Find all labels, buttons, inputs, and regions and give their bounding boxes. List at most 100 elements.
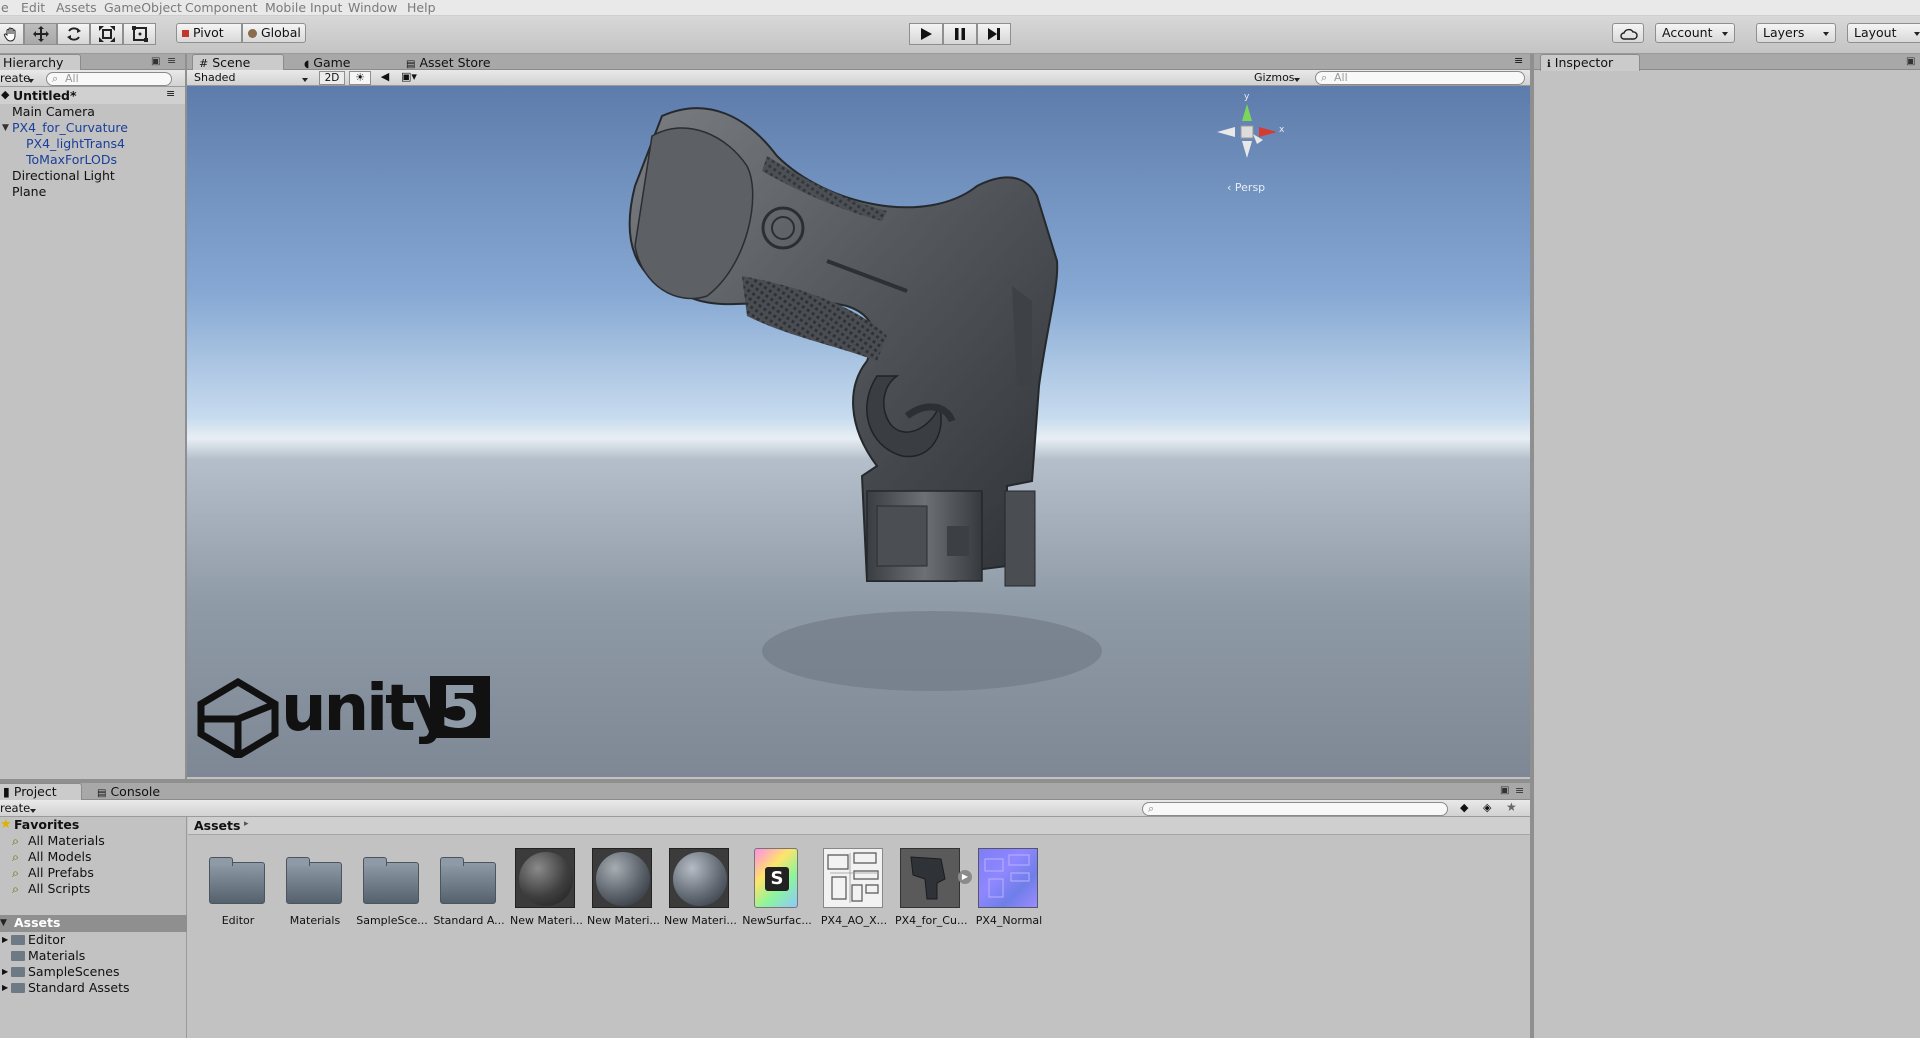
layers-dropdown[interactable]: Layers [1756,23,1836,43]
collapse-arrow-icon[interactable]: ▶ [2,964,8,980]
step-button[interactable] [977,23,1011,45]
menu-edit[interactable]: Edit [21,0,45,15]
project-create-label: reate [0,801,31,815]
hierarchy-create-button[interactable]: reate [0,71,40,86]
favorite-star-icon[interactable]: ★ [1506,800,1517,814]
scene-panel-menu-icon[interactable]: ≡ [1514,54,1523,67]
hierarchy-item-directional-light[interactable]: Directional Light [0,168,115,184]
favorite-item-all-materials[interactable]: ⌕ All Materials [0,833,105,849]
collapse-arrow-icon[interactable]: ▶ [2,932,8,948]
globe-icon [248,29,257,38]
expand-arrow-icon[interactable]: ▼ [2,120,9,136]
asset-texture-ao[interactable]: PX4_AO_X... [821,848,887,927]
project-lock-icon[interactable]: ▣ [1500,785,1509,796]
tab-project[interactable]: ▮ Project [0,783,82,800]
panel-menu-icon[interactable]: ≡ [167,54,176,67]
asset-folder-standard-assets[interactable]: Standard A... [433,848,505,927]
tab-console[interactable]: ▤ Console [90,783,180,800]
tree-folder-label: Standard Assets [28,980,130,995]
favorite-item-all-prefabs[interactable]: ⌕ All Prefabs [0,865,94,881]
tree-folder-standard-assets[interactable]: ▶ Standard Assets [0,980,130,996]
rotate-tool-button[interactable] [57,23,90,45]
scene-viewport[interactable]: y x ‹ Persp unity 5 [187,86,1530,777]
tree-folder-samplescenes[interactable]: ▶ SampleScenes [0,964,120,980]
expand-arrow-icon[interactable]: ▼ [0,915,7,931]
scene-search-input[interactable]: ⌕ All [1315,71,1525,85]
favorites-header[interactable]: ★ Favorites [0,817,79,833]
asset-texture-normal[interactable]: PX4_Normal [976,848,1042,927]
tab-inspector[interactable]: ℹ Inspector [1540,54,1640,71]
global-label: Global [261,25,301,40]
pause-button[interactable] [943,23,977,45]
filter-by-label-icon[interactable]: ◈ [1483,801,1491,814]
asset-material-1[interactable]: New Materi... [510,848,582,927]
tab-hierarchy[interactable]: Hierarchy [0,54,81,71]
lock-icon[interactable]: ▣ [151,56,160,67]
tab-scene[interactable]: # Scene [192,54,284,71]
orientation-gizmo[interactable]: y x [1207,92,1287,166]
hierarchy-item-plane[interactable]: Plane [0,184,46,200]
cloud-button[interactable] [1612,23,1644,43]
menu-gameobject[interactable]: GameObject [104,0,182,15]
project-menu-icon[interactable]: ≡ [1515,784,1524,797]
gizmos-dropdown[interactable]: Gizmos [1254,70,1306,86]
asset-folder-samplescenes[interactable]: SampleSce... [356,848,428,927]
layout-dropdown[interactable]: Layout [1847,23,1920,43]
persp-text: Persp [1234,181,1266,194]
menu-mobile-input[interactable]: Mobile Input [265,0,342,15]
shading-mode-dropdown[interactable]: Shaded [194,70,314,86]
pivot-toggle[interactable]: Pivot [176,23,242,43]
inspector-lock-icon[interactable]: ▣ [1906,56,1915,67]
tree-folder-materials[interactable]: Materials [0,948,85,964]
favorite-item-all-scripts[interactable]: ⌕ All Scripts [0,881,90,897]
folder-icon [11,935,25,945]
play-button[interactable] [909,23,943,45]
menu-file[interactable]: e [1,0,9,15]
project-create-button[interactable]: reate [0,801,42,816]
breadcrumb-assets[interactable]: Assets [194,818,240,833]
folder-icon [363,857,419,904]
expand-model-icon[interactable]: ▶ [958,870,972,884]
scene-menu-icon[interactable]: ≡ [166,87,175,100]
scene-header-row[interactable]: ◆ Untitled* ≡ [0,87,185,104]
asset-material-3[interactable]: New Materi... [664,848,736,927]
speaker-icon[interactable]: ◀ [374,71,396,85]
menu-assets[interactable]: Assets [56,0,97,15]
move-arrows-icon [32,26,49,42]
unity-cube-icon [197,678,279,758]
asset-model-px4[interactable]: ▶ PX4_for_Cu... [895,848,972,927]
global-toggle[interactable]: Global [242,23,306,43]
tab-asset-store[interactable]: ▤ Asset Store [399,54,509,71]
mode-2d-toggle[interactable]: 2D [319,71,345,85]
asset-material-2[interactable]: New Materi... [587,848,659,927]
menu-component[interactable]: Component [185,0,258,15]
hierarchy-item-px4-lighttrans4[interactable]: PX4_lightTrans4 [0,136,125,152]
hierarchy-item-px4-for-curvature[interactable]: ▼ PX4_for_Curvature [0,120,128,136]
inspector-tab-label: Inspector [1554,55,1614,70]
hierarchy-item-main-camera[interactable]: Main Camera [0,104,95,120]
assets-header[interactable]: ▼ Assets [0,915,187,932]
hand-tool-button[interactable] [0,23,24,45]
tree-folder-editor[interactable]: ▶ Editor [0,932,65,948]
asset-folder-editor[interactable]: Editor [207,848,271,927]
scale-tool-button[interactable] [90,23,123,45]
menu-help[interactable]: Help [407,0,436,15]
asset-folder-materials[interactable]: Materials [284,848,348,927]
image-effects-icon[interactable]: ▣▾ [401,71,431,85]
asset-surface-shader[interactable]: S NewSurfac... [742,848,812,927]
move-tool-button[interactable] [24,23,57,45]
favorite-item-all-models[interactable]: ⌕ All Models [0,849,92,865]
rect-tool-button[interactable] [123,23,156,45]
material-sphere-icon [592,848,652,908]
perspective-label[interactable]: ‹ Persp [1227,181,1265,194]
hierarchy-item-tomaxforlods[interactable]: ToMaxForLODs [0,152,117,168]
account-dropdown[interactable]: Account [1655,23,1735,43]
project-search-input[interactable]: ⌕ [1142,802,1448,816]
collapse-arrow-icon[interactable]: ▶ [2,980,8,996]
filter-by-type-icon[interactable]: ◆ [1460,801,1468,814]
model-preview-icon [900,848,960,908]
tab-game[interactable]: ◖ Game [297,54,377,71]
sun-icon[interactable]: ☀ [349,71,371,85]
hierarchy-search-input[interactable]: ⌕ All [46,72,172,86]
menu-window[interactable]: Window [348,0,397,15]
